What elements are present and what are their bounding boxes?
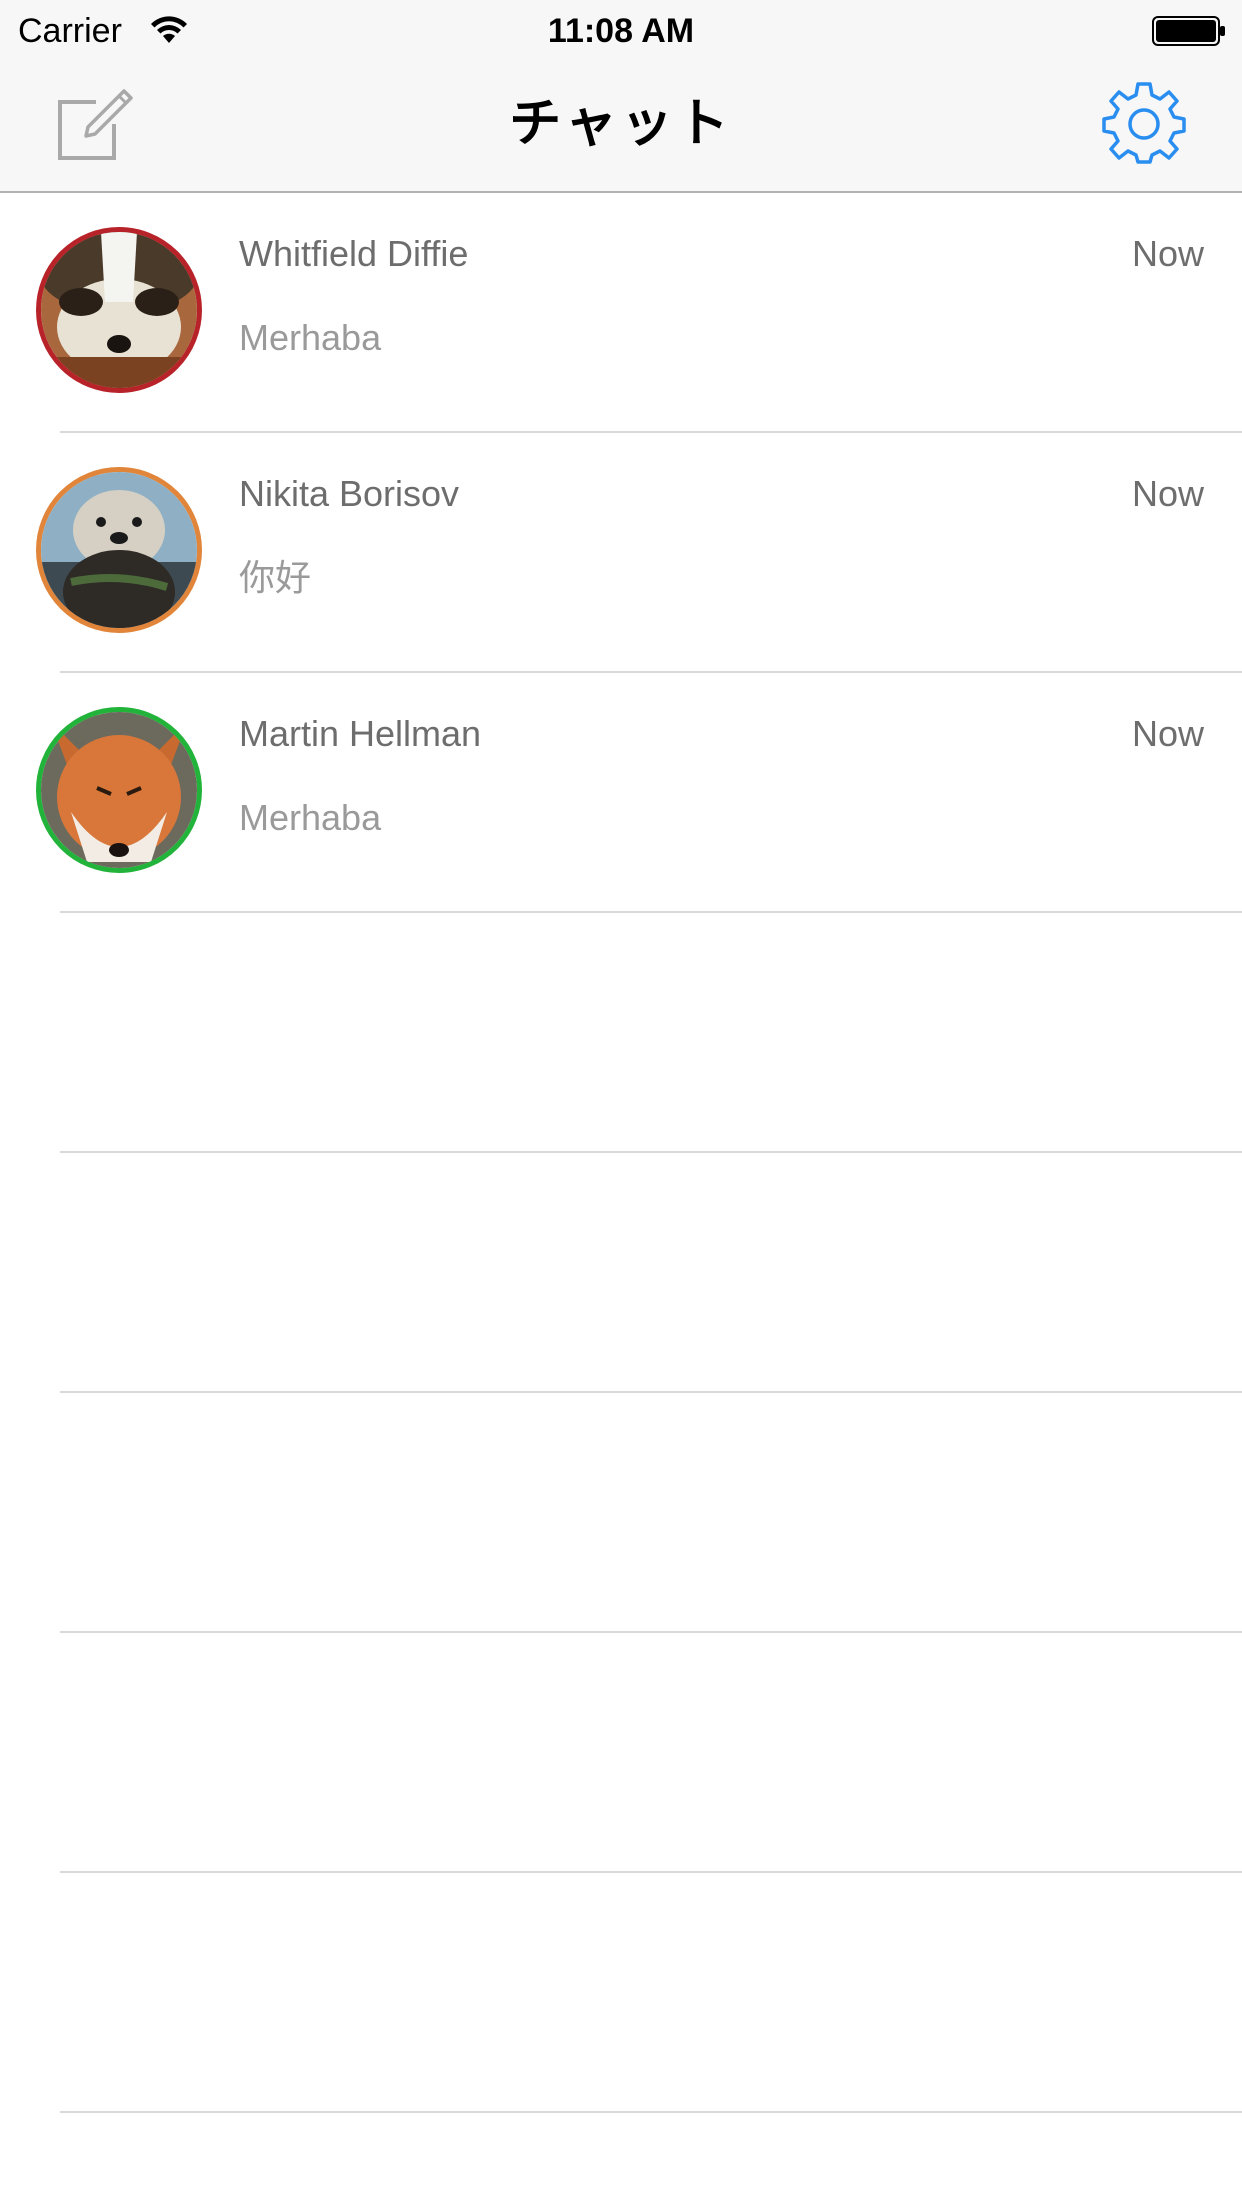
chat-list: Whitfield Diffie Now Merhaba Nikita Bori…: [0, 193, 1242, 2113]
chat-row[interactable]: Martin Hellman Now Merhaba: [0, 673, 1242, 913]
message-preview: Merhaba: [239, 797, 382, 838]
row-divider: [60, 2111, 1242, 2113]
empty-row: [0, 1633, 1242, 1873]
message-time: Now: [1131, 713, 1204, 754]
fox-avatar-image: [41, 712, 197, 868]
chat-row[interactable]: Nikita Borisov Now 你好: [0, 433, 1242, 673]
chat-row[interactable]: Whitfield Diffie Now Merhaba: [0, 193, 1242, 433]
otter-avatar-image: [41, 472, 197, 628]
avatar: [36, 467, 202, 633]
status-bar: Carrier 11:08 AM: [0, 0, 1242, 62]
avatar: [36, 707, 202, 873]
empty-row: [0, 913, 1242, 1153]
battery-icon: [1152, 16, 1225, 46]
message-preview: 你好: [239, 557, 312, 598]
navigation-bar: チャット: [0, 62, 1242, 193]
clock: 11:08 AM: [547, 12, 695, 50]
contact-name: Whitfield Diffie: [239, 233, 469, 274]
message-time: Now: [1131, 233, 1204, 274]
gear-icon: [1102, 82, 1186, 164]
message-time: Now: [1131, 473, 1204, 514]
settings-button[interactable]: [1102, 80, 1186, 164]
empty-row: [0, 1393, 1242, 1633]
message-preview: Merhaba: [239, 317, 382, 358]
empty-row: [0, 1873, 1242, 2113]
badger-avatar-image: [41, 232, 197, 388]
page-title: チャット: [509, 95, 733, 153]
contact-name: Nikita Borisov: [239, 473, 460, 514]
contact-name: Martin Hellman: [239, 713, 482, 754]
avatar: [36, 227, 202, 393]
empty-row: [0, 1153, 1242, 1393]
